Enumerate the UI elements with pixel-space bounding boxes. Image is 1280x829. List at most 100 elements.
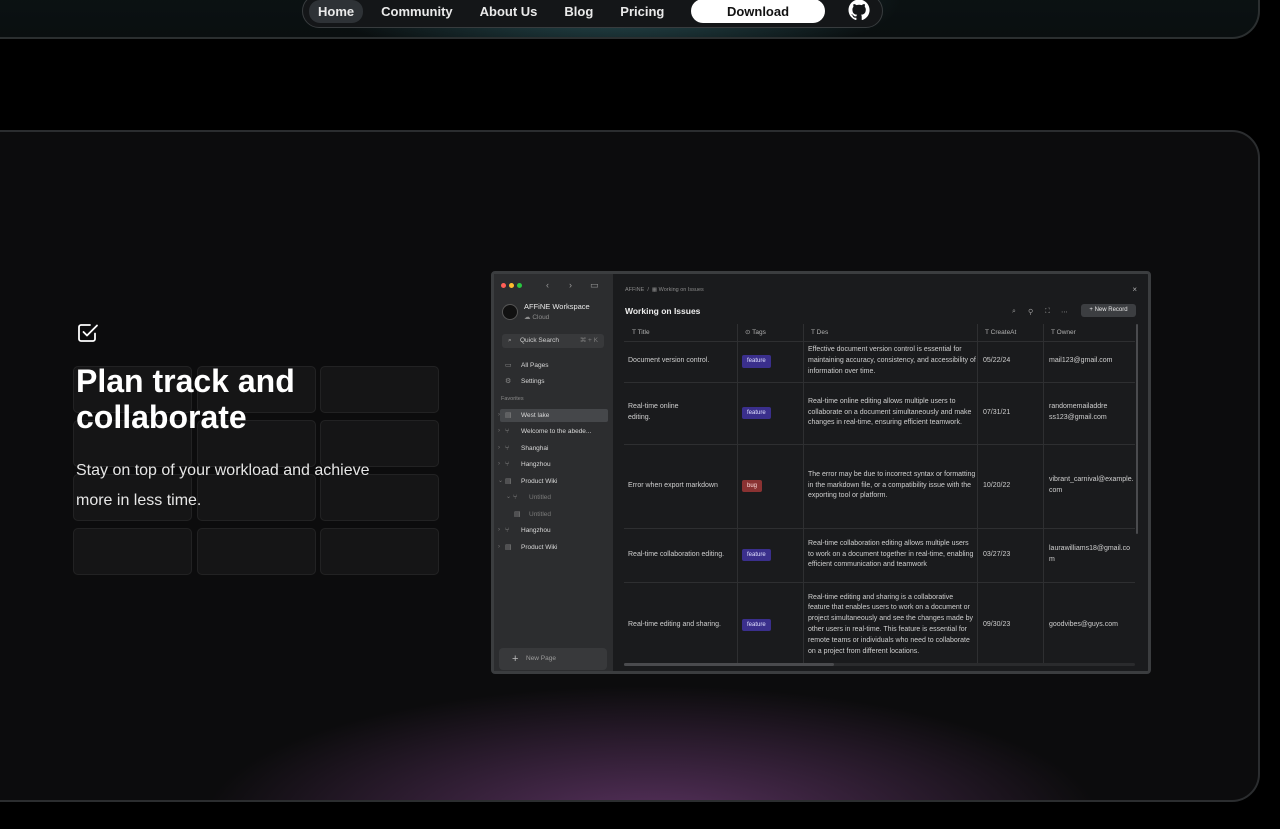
nav-blog[interactable]: Blog bbox=[555, 0, 602, 23]
horizontal-scrollbar[interactable] bbox=[624, 663, 1135, 666]
page-icon: ▤ bbox=[514, 511, 521, 518]
table-cell-tags[interactable]: feature bbox=[742, 382, 802, 444]
table-cell-owner[interactable]: mail123@gmail.com bbox=[1049, 341, 1135, 382]
nav-pricing[interactable]: Pricing bbox=[611, 0, 673, 23]
forward-arrow-icon[interactable]: › bbox=[569, 281, 572, 290]
chevron-down-icon[interactable]: ⌄ bbox=[498, 475, 503, 488]
new-page-button[interactable]: + New Page bbox=[499, 648, 607, 670]
table-cell-title[interactable]: Real-time collaboration editing. bbox=[628, 528, 738, 582]
chevron-down-icon[interactable]: ⌄ bbox=[506, 491, 511, 504]
link-page-icon: ⑂ bbox=[513, 494, 518, 501]
more-icon[interactable]: ⋯ bbox=[1061, 308, 1068, 316]
breadcrumb-page[interactable]: Working on Issues bbox=[659, 287, 704, 293]
window-minimize-dot[interactable] bbox=[509, 283, 514, 288]
sidebar-item-product-wiki-2[interactable]: › ▤ Product Wiki bbox=[498, 541, 608, 554]
sidebar-item-settings[interactable]: ⚙ Settings bbox=[500, 375, 608, 388]
chevron-right-icon[interactable]: › bbox=[498, 425, 500, 438]
column-header-title[interactable]: T Title bbox=[624, 324, 650, 341]
table-cell-owner[interactable]: laurawilliams18@gmail.com bbox=[1049, 528, 1135, 582]
new-record-button[interactable]: + New Record bbox=[1081, 304, 1136, 317]
table-cell-date[interactable]: 07/31/21 bbox=[983, 382, 1041, 444]
chevron-right-icon[interactable]: › bbox=[498, 409, 500, 422]
table-cell-des[interactable]: Real-time collaboration editing allows m… bbox=[808, 528, 974, 582]
sidebar-item-untitled[interactable]: ⌄ ⑂ Untitled bbox=[500, 491, 608, 504]
database-icon: ▦ bbox=[651, 287, 658, 293]
search-icon[interactable]: ⌕ bbox=[1012, 308, 1016, 316]
expand-icon[interactable]: ⛶ bbox=[1045, 308, 1050, 316]
favorites-heading: Favorites bbox=[501, 396, 524, 402]
table-cell-owner[interactable]: randomemailaddress123@gmail.com bbox=[1049, 382, 1109, 444]
sidebar-toggle-icon[interactable]: ▭ bbox=[590, 281, 599, 290]
chevron-right-icon[interactable]: › bbox=[498, 541, 500, 554]
scrollbar-thumb[interactable] bbox=[624, 663, 834, 666]
nav-community[interactable]: Community bbox=[372, 0, 462, 23]
table-cell-date[interactable]: 09/30/23 bbox=[983, 582, 1041, 668]
page-icon: ▤ bbox=[505, 478, 512, 485]
column-header-des[interactable]: T Des bbox=[803, 324, 828, 341]
table-cell-tags[interactable]: bug bbox=[742, 444, 802, 528]
link-page-icon: ⑂ bbox=[505, 461, 510, 468]
tag-badge: feature bbox=[742, 618, 771, 632]
close-icon[interactable]: × bbox=[1132, 285, 1137, 294]
table-cell-tags[interactable]: feature bbox=[742, 341, 802, 382]
sidebar-item-product-wiki[interactable]: ⌄ ▤ Product Wiki bbox=[498, 475, 608, 488]
table-cell-des[interactable]: The error may be due to incorrect syntax… bbox=[808, 444, 976, 528]
app-window-preview: ‹ › ▭ AFFiNE Workspace ☁ Cloud ⌕ Quick S… bbox=[491, 271, 1151, 674]
sidebar-item-untitled-child[interactable]: ▤ Untitled bbox=[500, 508, 608, 521]
column-header-owner[interactable]: T Owner bbox=[1043, 324, 1076, 341]
text-column-icon: T bbox=[985, 329, 989, 336]
text-column-icon: T bbox=[632, 329, 636, 336]
column-header-tags[interactable]: ⊙ Tags bbox=[737, 324, 766, 341]
table-cell-title[interactable]: Real-time online editing. bbox=[628, 382, 698, 444]
breadcrumb-root[interactable]: AFFiNE bbox=[625, 287, 644, 293]
window-maximize-dot[interactable] bbox=[517, 283, 522, 288]
column-header-createat[interactable]: T CreateAt bbox=[977, 324, 1016, 341]
sidebar-item-hangzhou-2[interactable]: › ⑂ Hangzhou bbox=[498, 524, 608, 537]
workspace-logo bbox=[502, 304, 518, 320]
sidebar-item-west-lake[interactable]: › ▤ West lake bbox=[498, 409, 608, 422]
link-page-icon: ⑂ bbox=[505, 445, 510, 452]
search-icon: ⌕ bbox=[508, 337, 512, 344]
download-button[interactable]: Download bbox=[691, 0, 825, 23]
folder-icon: ▭ bbox=[505, 362, 512, 369]
quick-search[interactable]: ⌕ Quick Search ⌘ + K bbox=[502, 334, 604, 348]
table-cell-title[interactable]: Document version control. bbox=[628, 341, 733, 382]
table-cell-title[interactable]: Real-time editing and sharing. bbox=[628, 582, 738, 668]
filter-icon[interactable]: ⚲ bbox=[1028, 308, 1033, 316]
back-arrow-icon[interactable]: ‹ bbox=[546, 281, 549, 290]
table-cell-des[interactable]: Real-time editing and sharing is a colla… bbox=[808, 582, 976, 668]
top-navigation: Home Community About Us Blog Pricing Dow… bbox=[302, 0, 883, 28]
sidebar-item-label: Hangzhou bbox=[521, 461, 551, 468]
database-title[interactable]: Working on Issues bbox=[625, 306, 700, 316]
grid-cell bbox=[197, 528, 316, 575]
nav-home[interactable]: Home bbox=[309, 0, 364, 23]
window-close-dot[interactable] bbox=[501, 283, 506, 288]
sidebar-item-all-pages[interactable]: ▭ All Pages bbox=[500, 359, 608, 372]
sidebar-item-label: Product Wiki bbox=[521, 544, 558, 551]
sidebar-item-welcome[interactable]: › ⑂ Welcome to the abede... bbox=[498, 425, 608, 438]
nav-about-us[interactable]: About Us bbox=[471, 0, 547, 23]
table-cell-date[interactable]: 10/20/22 bbox=[983, 444, 1041, 528]
workspace-name[interactable]: AFFiNE Workspace bbox=[524, 302, 590, 311]
table-cell-des[interactable]: Real-time online editing allows multiple… bbox=[808, 382, 976, 444]
tag-badge: feature bbox=[742, 406, 771, 420]
table-cell-owner[interactable]: goodvibes@guys.com bbox=[1049, 582, 1135, 668]
github-icon[interactable] bbox=[847, 0, 871, 22]
table-cell-owner[interactable]: vibrant_carnival@example.com bbox=[1049, 444, 1135, 528]
table-cell-des[interactable]: Effective document version control is es… bbox=[808, 341, 976, 382]
sidebar-item-shanghai[interactable]: › ⑂ Shanghai bbox=[498, 442, 608, 455]
table-cell-tags[interactable]: feature bbox=[742, 582, 802, 668]
table-cell-date[interactable]: 05/22/24 bbox=[983, 341, 1041, 382]
table-cell-title[interactable]: Error when export markdown bbox=[628, 444, 733, 528]
text-column-icon: T bbox=[1051, 329, 1055, 336]
table-cell-tags[interactable]: feature bbox=[742, 528, 802, 582]
chevron-right-icon[interactable]: › bbox=[498, 458, 500, 471]
chevron-right-icon[interactable]: › bbox=[498, 442, 500, 455]
hero-headline: Plan track and collaborate bbox=[76, 363, 295, 435]
column-header-label: Title bbox=[637, 329, 650, 336]
tag-badge: feature bbox=[742, 355, 771, 368]
chevron-right-icon[interactable]: › bbox=[498, 524, 500, 537]
table-cell-date[interactable]: 03/27/23 bbox=[983, 528, 1041, 582]
sidebar-item-hangzhou[interactable]: › ⑂ Hangzhou bbox=[498, 458, 608, 471]
vertical-scrollbar[interactable] bbox=[1136, 324, 1138, 534]
